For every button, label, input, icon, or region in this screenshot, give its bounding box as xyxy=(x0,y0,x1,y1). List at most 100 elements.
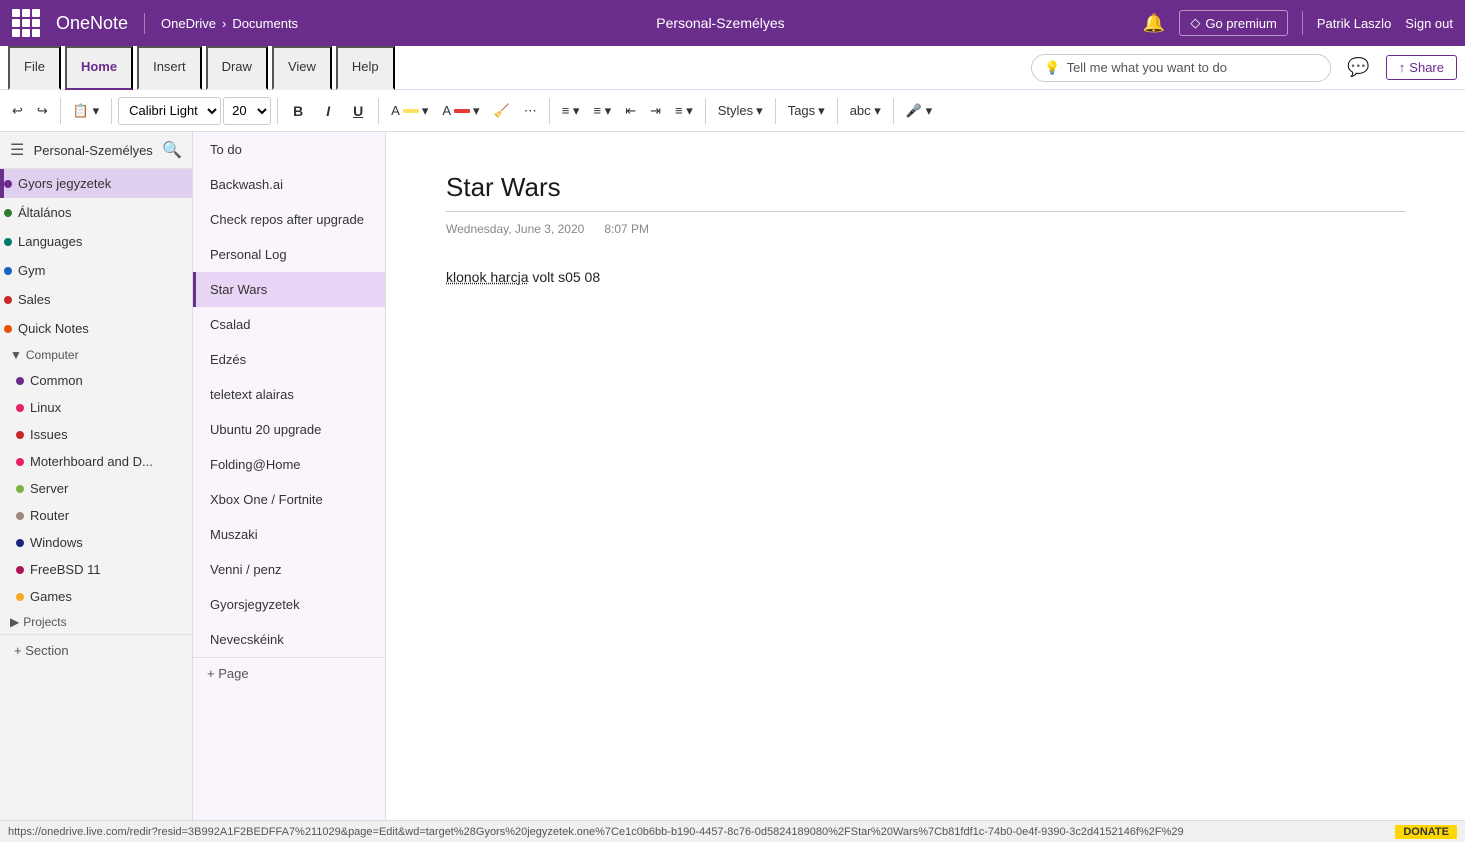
page-item-venni[interactable]: Venni / penz xyxy=(193,552,385,587)
chevron-down-icon: ▼ xyxy=(10,348,22,362)
font-name-select[interactable]: Calibri Light xyxy=(118,97,221,125)
note-body[interactable]: klonok harcja volt s05 08 xyxy=(446,266,1405,288)
page-item-csalad[interactable]: Csalad xyxy=(193,307,385,342)
page-item-edzes[interactable]: Edzés xyxy=(193,342,385,377)
section-color-router xyxy=(16,512,24,520)
notebook-title: Personal-Személyes xyxy=(314,15,1127,31)
page-item-folding[interactable]: Folding@Home xyxy=(193,447,385,482)
tab-file[interactable]: File xyxy=(8,46,61,90)
tab-help[interactable]: Help xyxy=(336,46,395,90)
sidebar-item-motherboard[interactable]: Moterhboard and D... xyxy=(0,448,192,475)
spelling-button[interactable]: abc ▾ xyxy=(844,100,887,122)
status-bar: https://onedrive.live.com/redir?resid=3B… xyxy=(0,820,1465,842)
sidebar-section-label: Gym xyxy=(18,263,45,278)
page-item-todo[interactable]: To do xyxy=(193,132,385,167)
sidebar-item-router[interactable]: Router xyxy=(0,502,192,529)
tags-button[interactable]: Tags ▾ xyxy=(782,100,831,122)
sidebar-child-label: Router xyxy=(30,508,69,523)
breadcrumb-sep: › xyxy=(222,16,226,31)
sidebar-item-windows[interactable]: Windows xyxy=(0,529,192,556)
chat-icon[interactable]: 💬 xyxy=(1347,57,1369,78)
waffle-menu[interactable] xyxy=(12,9,40,37)
lightbulb-icon: 💡 xyxy=(1044,60,1060,76)
sidebar-item-altalanos[interactable]: Általános xyxy=(0,198,192,227)
note-link[interactable]: klonok harcja xyxy=(446,269,529,285)
dictate-button[interactable]: 🎤 ▾ xyxy=(900,100,938,122)
sidebar-item-common[interactable]: Common xyxy=(0,367,192,394)
sidebar-item-sales[interactable]: Sales xyxy=(0,285,192,314)
page-item-teletext[interactable]: teletext alairas xyxy=(193,377,385,412)
sidebar-item-games[interactable]: Games xyxy=(0,583,192,610)
section-color-freebsd xyxy=(16,566,24,574)
underline-button[interactable]: U xyxy=(344,97,372,125)
bold-button[interactable]: B xyxy=(284,97,312,125)
sidebar-item-server[interactable]: Server xyxy=(0,475,192,502)
sidebar-item-languages[interactable]: Languages xyxy=(0,227,192,256)
clipboard-button[interactable]: 📋 ▾ xyxy=(67,100,105,122)
section-color-sales xyxy=(4,296,12,304)
sidebar-section-label: Languages xyxy=(18,234,82,249)
content-area[interactable]: Star Wars Wednesday, June 3, 2020 8:07 P… xyxy=(386,132,1465,842)
page-item-muszaki[interactable]: Muszaki xyxy=(193,517,385,552)
page-item-check-repos[interactable]: Check repos after upgrade xyxy=(193,202,385,237)
go-premium-button[interactable]: ◇ Go premium xyxy=(1179,10,1288,36)
highlight-button[interactable]: A▾ xyxy=(385,100,434,122)
section-color-common xyxy=(16,377,24,385)
ribbon-sep1 xyxy=(60,98,61,124)
styles-button[interactable]: Styles ▾ xyxy=(712,100,769,122)
format-more-button[interactable]: ⋯ xyxy=(518,100,543,122)
sidebar-search-icon[interactable]: 🔍 xyxy=(162,140,182,160)
breadcrumb-onedrive[interactable]: OneDrive xyxy=(161,16,216,31)
bullets-button[interactable]: ≡ ▾ xyxy=(556,100,586,122)
sidebar-section-label: Quick Notes xyxy=(18,321,89,336)
tab-draw[interactable]: Draw xyxy=(206,46,268,90)
ribbon-sep4 xyxy=(378,98,379,124)
ribbon-tabs: File Home Insert Draw View Help 💡 Tell m… xyxy=(0,46,1465,90)
indent-button[interactable]: ⇥ xyxy=(644,100,667,122)
page-item-nevecskéink[interactable]: Nevecskéink xyxy=(193,622,385,657)
sidebar-item-gym[interactable]: Gym xyxy=(0,256,192,285)
sidebar-group-projects[interactable]: ▶ Projects xyxy=(0,610,192,634)
sidebar-child-label: Games xyxy=(30,589,72,604)
chevron-right-icon: ▶ xyxy=(10,615,19,629)
tab-home[interactable]: Home xyxy=(65,46,133,90)
sidebar-item-freebsd[interactable]: FreeBSD 11 xyxy=(0,556,192,583)
tell-me-input[interactable]: 💡 Tell me what you want to do xyxy=(1031,54,1331,82)
notifications-icon[interactable]: 🔔 xyxy=(1143,13,1165,34)
sidebar-item-quick-notes[interactable]: Quick Notes xyxy=(0,314,192,343)
breadcrumb-documents[interactable]: Documents xyxy=(232,16,298,31)
align-button[interactable]: ≡ ▾ xyxy=(669,100,699,122)
tab-insert[interactable]: Insert xyxy=(137,46,202,90)
status-url: https://onedrive.live.com/redir?resid=3B… xyxy=(8,826,1395,838)
numbering-button[interactable]: ≡ ▾ xyxy=(587,100,617,122)
italic-button[interactable]: I xyxy=(314,97,342,125)
sidebar-group-label: Computer xyxy=(26,348,79,362)
sidebar-child-label: Linux xyxy=(30,400,61,415)
sidebar-item-gyors-jegyzetek[interactable]: Gyors jegyzetek xyxy=(0,169,192,198)
sidebar-toggle-icon[interactable]: ☰ xyxy=(10,140,24,160)
undo-button[interactable]: ↩ xyxy=(6,100,29,122)
sidebar-section-label: Sales xyxy=(18,292,51,307)
sidebar-item-issues[interactable]: Issues xyxy=(0,421,192,448)
outdent-button[interactable]: ⇤ xyxy=(619,100,642,122)
ribbon-sep9 xyxy=(893,98,894,124)
page-item-star-wars[interactable]: Star Wars xyxy=(193,272,385,307)
sign-out-button[interactable]: Sign out xyxy=(1405,16,1453,31)
donate-button[interactable]: DONATE xyxy=(1395,825,1457,839)
eraser-button[interactable]: 🧹 xyxy=(488,100,516,122)
page-item-ubuntu[interactable]: Ubuntu 20 upgrade xyxy=(193,412,385,447)
page-item-personal-log[interactable]: Personal Log xyxy=(193,237,385,272)
page-item-backwash[interactable]: Backwash.ai xyxy=(193,167,385,202)
font-color-button[interactable]: A▾ xyxy=(436,100,485,122)
sidebar-group-computer[interactable]: ▼ Computer xyxy=(0,343,192,367)
page-item-gyorsjegyzetek[interactable]: Gyorsjegyzetek xyxy=(193,587,385,622)
font-size-select[interactable]: 20 xyxy=(223,97,271,125)
sidebar: ☰ Personal-Személyes 🔍 Gyors jegyzetek Á… xyxy=(0,132,193,842)
share-button[interactable]: ↑ Share xyxy=(1386,55,1457,80)
tab-view[interactable]: View xyxy=(272,46,332,90)
add-page-button[interactable]: + Page xyxy=(193,657,385,689)
redo-button[interactable]: ↪ xyxy=(31,100,54,122)
add-section-button[interactable]: + Section xyxy=(0,634,192,666)
sidebar-item-linux[interactable]: Linux xyxy=(0,394,192,421)
page-item-xbox[interactable]: Xbox One / Fortnite xyxy=(193,482,385,517)
